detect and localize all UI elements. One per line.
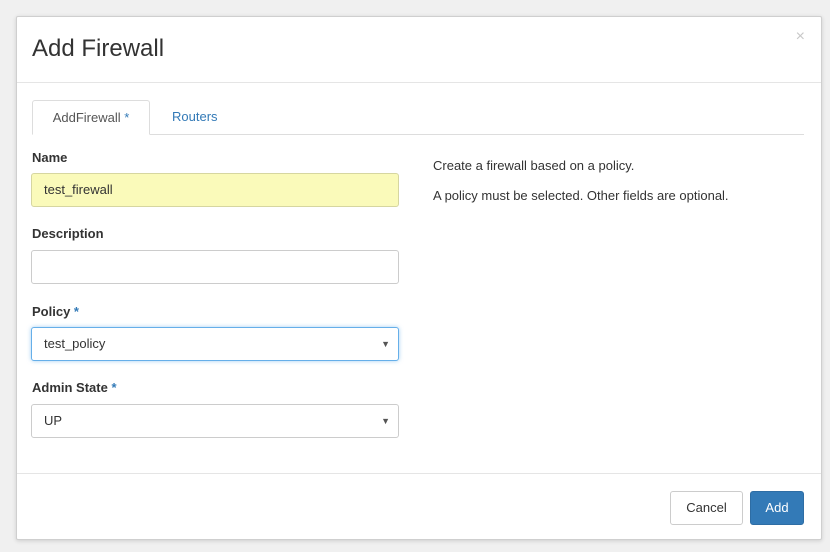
- modal-title: Add Firewall: [32, 35, 165, 62]
- admin-state-selected-value: UP: [44, 413, 63, 428]
- chevron-down-icon: ▼: [381, 416, 390, 426]
- help-text-line-2: A policy must be selected. Other fields …: [433, 188, 729, 203]
- policy-select[interactable]: test_policy ▼: [31, 327, 399, 361]
- tab-addfirewall[interactable]: AddFirewall *: [32, 100, 150, 135]
- admin-state-label-text: Admin State: [32, 380, 108, 395]
- description-label: Description: [32, 226, 104, 241]
- admin-state-select[interactable]: UP ▼: [31, 404, 399, 438]
- required-mark: *: [111, 380, 117, 395]
- tab-addfirewall-label: AddFirewall: [52, 110, 121, 125]
- help-text-line-1: Create a firewall based on a policy.: [433, 158, 635, 173]
- modal-footer: Cancel Add: [17, 473, 821, 539]
- policy-label-text: Policy: [32, 304, 71, 319]
- name-label: Name: [32, 150, 68, 165]
- chevron-down-icon: ▼: [381, 339, 390, 349]
- required-mark: *: [124, 110, 130, 125]
- cancel-button[interactable]: Cancel: [670, 491, 743, 525]
- add-firewall-dialog: Add Firewall × AddFirewall * Routers Nam…: [16, 16, 822, 540]
- policy-selected-value: test_policy: [44, 336, 106, 351]
- policy-label: Policy *: [32, 304, 79, 319]
- tab-routers[interactable]: Routers: [156, 100, 234, 134]
- name-input[interactable]: test_firewall: [31, 173, 399, 207]
- admin-state-label: Admin State *: [32, 380, 117, 395]
- modal-header: Add Firewall ×: [17, 17, 821, 83]
- add-button[interactable]: Add: [750, 491, 804, 525]
- description-input[interactable]: [31, 250, 399, 284]
- tab-bar: AddFirewall * Routers: [32, 100, 804, 135]
- required-mark: *: [73, 304, 79, 319]
- close-icon[interactable]: ×: [796, 29, 805, 45]
